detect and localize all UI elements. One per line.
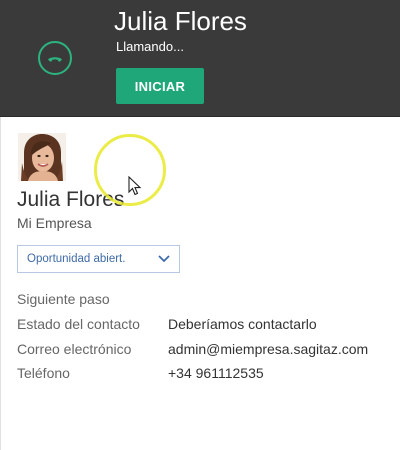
avatar <box>18 133 66 181</box>
field-label: Correo electrónico <box>17 341 132 357</box>
phone-icon <box>38 41 72 75</box>
field-value: Deberíamos contactarlo <box>168 316 317 332</box>
phone-value[interactable]: +34 961112535 <box>168 363 264 383</box>
start-call-button[interactable]: INICIAR <box>116 68 204 104</box>
call-status: Llamando... <box>116 39 184 54</box>
field-email[interactable]: Correo electrónico admin@miempresa.sagit… <box>17 339 387 359</box>
incoming-call-bar: Julia Flores Llamando... INICIAR <box>0 0 400 117</box>
field-next-step[interactable]: Siguiente paso <box>17 289 317 309</box>
field-label: Estado del contacto <box>17 316 140 332</box>
field-label: Teléfono <box>17 365 70 381</box>
field-contact-status[interactable]: Estado del contacto Deberíamos contactar… <box>17 314 387 334</box>
field-phone[interactable]: Teléfono +34 961112535 <box>17 363 387 383</box>
contact-name: Julia Flores <box>17 188 125 211</box>
field-label: Siguiente paso <box>17 291 110 307</box>
chevron-down-icon <box>149 246 179 272</box>
company-name[interactable]: Mi Empresa <box>17 214 92 232</box>
contact-card: Julia Flores Mi Empresa Oportunidad abie… <box>0 117 400 450</box>
dropdown-selected-value: Oportunidad abiert. <box>27 253 126 265</box>
email-value[interactable]: admin@miempresa.sagitaz.com <box>168 339 368 359</box>
caller-name: Julia Flores <box>114 6 247 36</box>
opportunity-stage-dropdown[interactable]: Oportunidad abiert. <box>17 245 180 273</box>
